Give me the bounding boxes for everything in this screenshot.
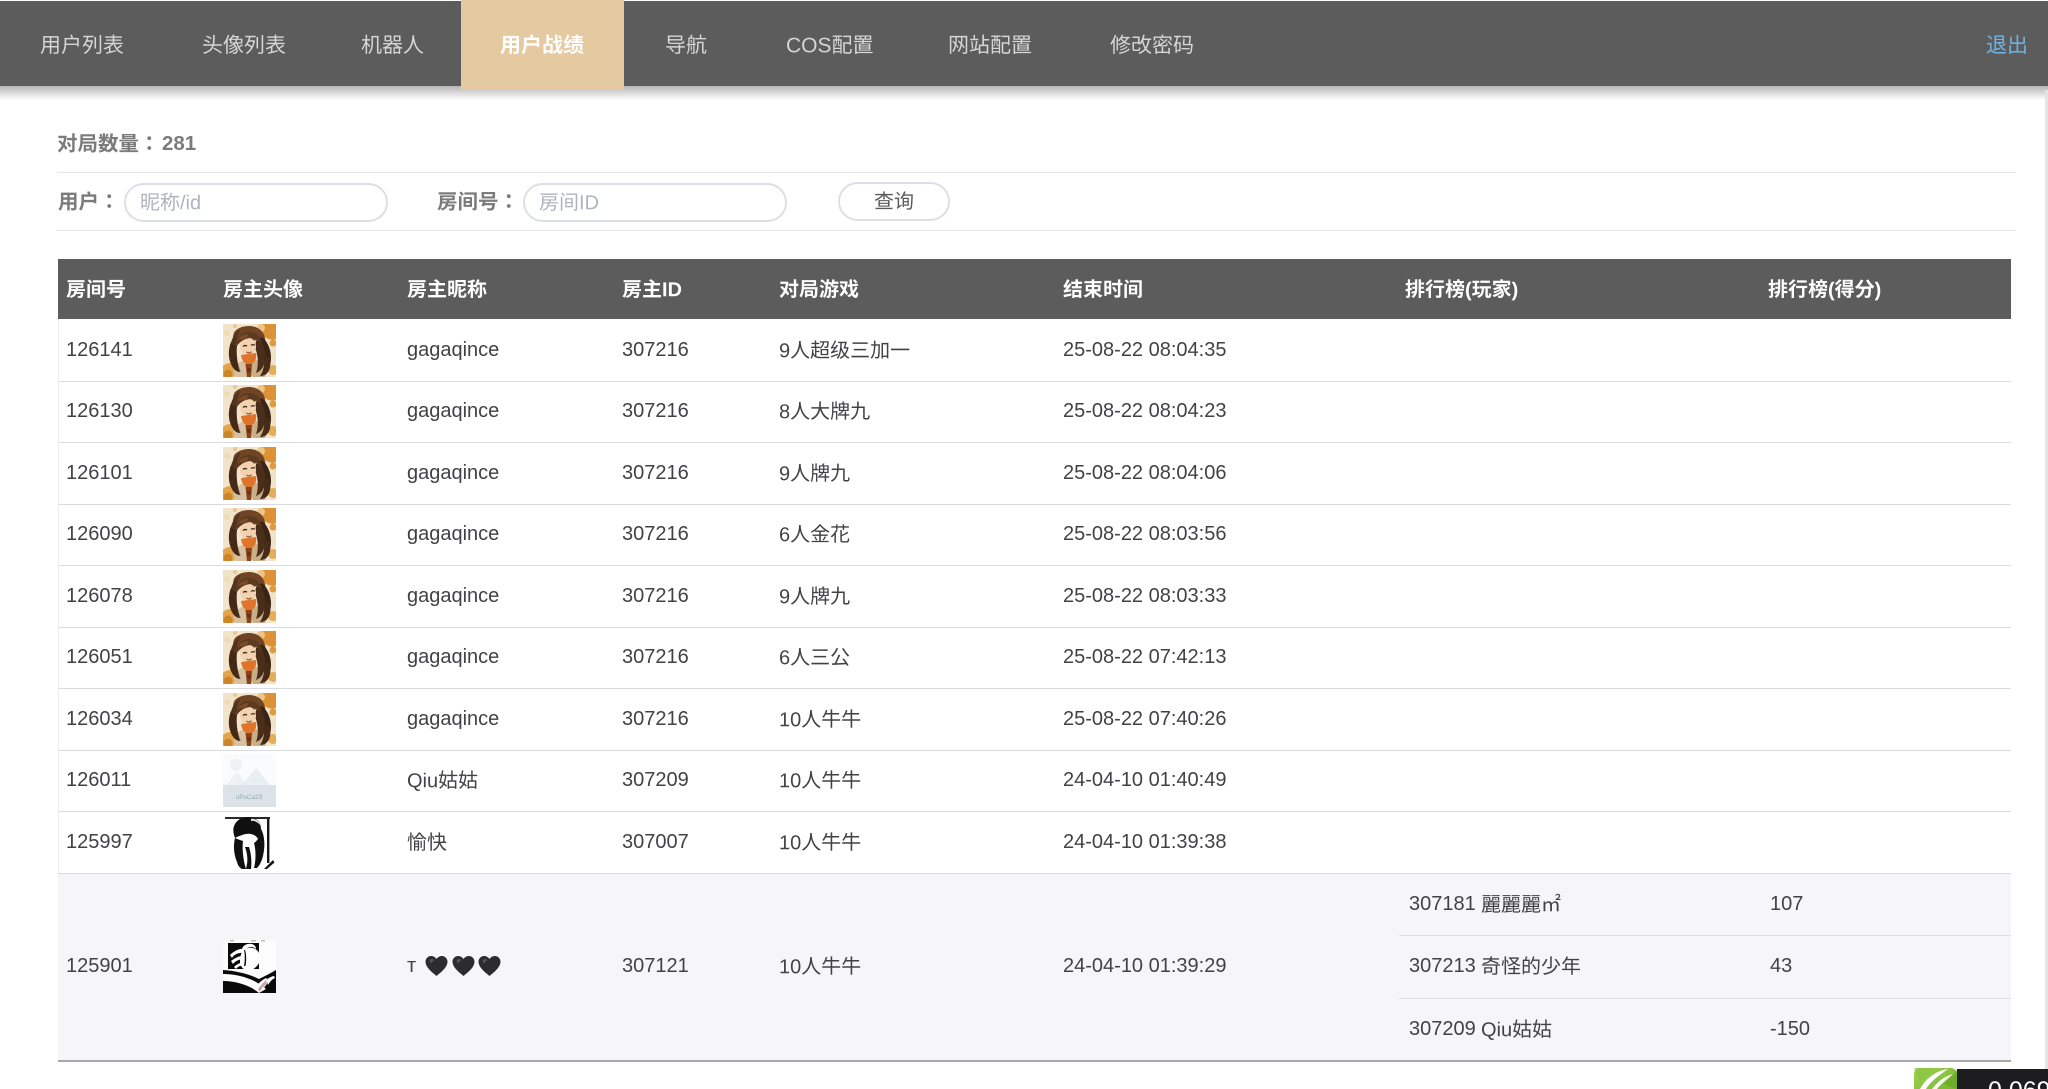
svg-text:uPsCa23: uPsCa23 [236, 794, 263, 801]
